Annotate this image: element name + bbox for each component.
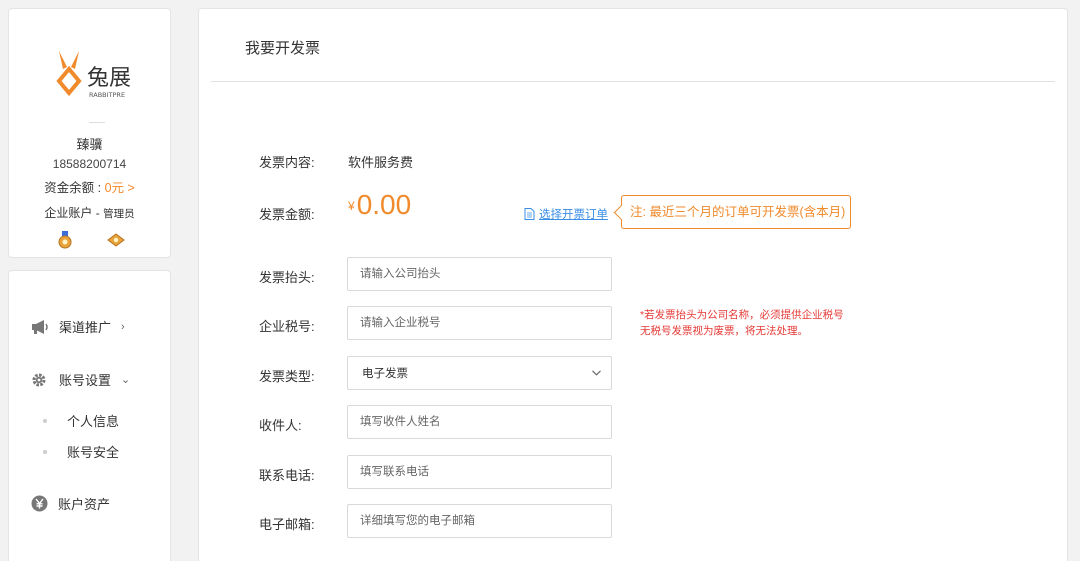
select-orders-link[interactable]: 选择开票订单: [524, 206, 608, 222]
account-type: 企业账户 - 管理员: [9, 204, 170, 221]
user-name: 臻骥: [76, 137, 103, 152]
profile-card: 兔展 RABBITPRE 臻骥 18588200714 资金余额 : 0元 > …: [8, 8, 171, 258]
account-role: 管理员: [103, 208, 135, 220]
email-input[interactable]: [347, 504, 612, 538]
phone-input[interactable]: [347, 455, 612, 489]
side-nav: 渠道推广 › 账号设置 ⌄ 个人信息 账号安全 账户资产: [8, 270, 171, 561]
bullet-icon: [43, 449, 47, 454]
invoice-type-label: 发票类型:: [259, 369, 315, 384]
tax-id-input[interactable]: [347, 306, 612, 340]
nav-item-label: 账号设置: [59, 373, 112, 388]
warning-line: 无税号发票视为废票，将无法处理。: [640, 325, 808, 337]
invoice-panel: 我要开发票 发票内容: 软件服务费 发票金额: ¥0.00 选择开票订单 注: …: [198, 8, 1068, 561]
gear-icon: [32, 373, 46, 386]
tax-id-label: 企业税号:: [259, 319, 315, 334]
invoice-type-select[interactable]: 电子发票: [347, 356, 612, 390]
chevron-right-icon: ›: [121, 320, 125, 333]
invoice-content-label: 发票内容:: [259, 155, 315, 170]
logo-subtext: RABBITPRE: [89, 91, 125, 99]
rabbit-logo-icon: 兔展 RABBITPRE: [56, 51, 131, 99]
nav-item-account-assets[interactable]: 账户资产: [31, 494, 110, 513]
divider: [89, 122, 105, 123]
badge-icon[interactable]: [107, 231, 125, 249]
balance-label: 资金余额 :: [44, 181, 105, 195]
warning-line: *若发票抬头为公司名称，必须提供企业税号: [640, 309, 844, 321]
yen-circle-icon: [31, 495, 48, 512]
chevron-down-icon: ⌄: [121, 374, 131, 386]
invoice-amount: ¥0.00: [348, 189, 411, 221]
email-label: 电子邮箱:: [259, 517, 315, 532]
invoice-content-value: 软件服务费: [348, 155, 414, 170]
amount-value: 0.00: [356, 189, 412, 220]
bullet-icon: [43, 418, 47, 423]
invoice-amount-label: 发票金额:: [259, 207, 315, 222]
tax-id-warning: *若发票抬头为公司名称，必须提供企业税号 无税号发票视为废票，将无法处理。: [640, 307, 844, 339]
recipient-label: 收件人:: [259, 418, 302, 433]
invoice-title-input[interactable]: [347, 257, 612, 291]
sub-item-label: 账号安全: [67, 445, 120, 460]
currency-symbol: ¥: [348, 199, 355, 213]
divider: [211, 81, 1055, 82]
sub-item-personal-info[interactable]: 个人信息: [43, 411, 119, 430]
chevron-down-icon: [592, 370, 601, 376]
user-phone: 18588200714: [52, 157, 127, 171]
balance: 资金余额 : 0元 >: [9, 177, 170, 196]
balance-link[interactable]: 0元 >: [105, 181, 135, 195]
medal-icon[interactable]: [56, 231, 74, 249]
note-tooltip: 注: 最近三个月的订单可开发票(含本月): [621, 195, 851, 229]
select-orders-label: 选择开票订单: [539, 209, 608, 221]
rabbitpre-logo: 兔展 RABBITPRE: [53, 47, 143, 103]
invoice-title-label: 发票抬头:: [259, 270, 315, 285]
sub-item-account-security[interactable]: 账号安全: [43, 442, 119, 461]
nav-item-label: 账户资产: [58, 497, 111, 512]
page-title: 我要开发票: [245, 40, 321, 57]
nav-item-channel-promotion[interactable]: 渠道推广 ›: [31, 317, 125, 336]
nav-item-account-settings[interactable]: 账号设置 ⌄: [31, 370, 130, 389]
recipient-input[interactable]: [347, 405, 612, 439]
megaphone-icon: [32, 319, 48, 334]
nav-item-label: 渠道推广: [59, 320, 112, 335]
invoice-type-value: 电子发票: [362, 368, 408, 380]
phone-label: 联系电话:: [259, 468, 315, 483]
logo-text: 兔展: [87, 66, 131, 91]
account-type-label: 企业账户 -: [44, 206, 104, 220]
sub-item-label: 个人信息: [67, 414, 120, 429]
document-icon: [524, 208, 535, 220]
